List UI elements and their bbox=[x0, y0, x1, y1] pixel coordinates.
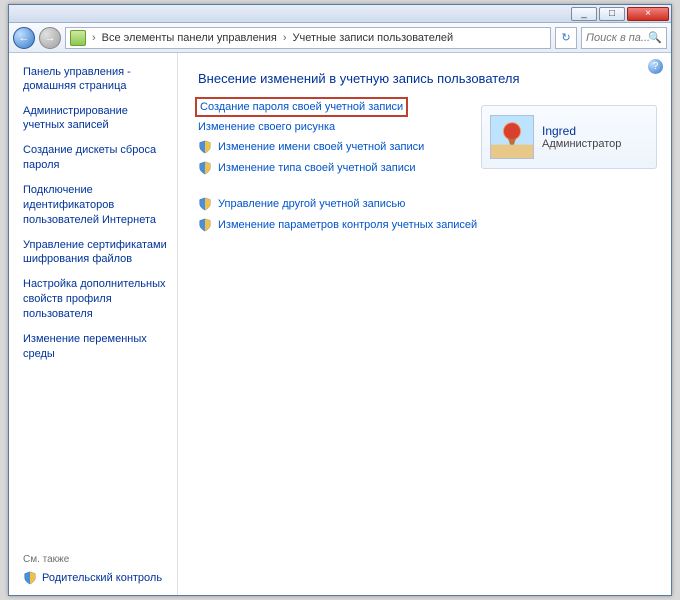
shield-icon bbox=[23, 571, 37, 585]
breadcrumb-item-all[interactable]: Все элементы панели управления bbox=[102, 32, 277, 44]
see-also-label: См. также bbox=[23, 554, 162, 565]
sidebar: Панель управления - домашняя страница Ад… bbox=[9, 53, 178, 595]
chevron-right-icon: › bbox=[283, 32, 287, 44]
breadcrumb-item-accounts[interactable]: Учетные записи пользователей bbox=[293, 32, 454, 44]
sidebar-item-password-reset-disk[interactable]: Создание дискеты сброса пароля bbox=[23, 143, 169, 173]
action-label: Изменение своего рисунка bbox=[198, 121, 335, 133]
parental-control-label: Родительский контроль bbox=[42, 572, 162, 584]
user-role: Администратор bbox=[542, 138, 621, 150]
chevron-right-icon: › bbox=[92, 32, 96, 44]
shield-icon bbox=[198, 197, 212, 211]
body: Панель управления - домашняя страница Ад… bbox=[9, 53, 671, 595]
sidebar-item-env-vars[interactable]: Изменение переменных среды bbox=[23, 332, 169, 362]
avatar bbox=[490, 115, 534, 159]
action-label: Изменение параметров контроля учетных за… bbox=[218, 219, 477, 231]
back-button[interactable]: ← bbox=[13, 27, 35, 49]
action-label: Изменение имени своей учетной записи bbox=[218, 141, 424, 153]
refresh-icon: ↻ bbox=[561, 31, 570, 44]
control-panel-window: _ □ × ← → › Все элементы панели управлен… bbox=[8, 4, 672, 596]
user-info: Ingred Администратор bbox=[542, 124, 621, 150]
minimize-button[interactable]: _ bbox=[571, 7, 597, 21]
balloon-icon bbox=[491, 115, 533, 159]
action-manage-other-account[interactable]: Управление другой учетной записью bbox=[198, 197, 661, 211]
control-panel-icon bbox=[70, 30, 86, 46]
shield-icon bbox=[198, 161, 212, 175]
user-card: Ingred Администратор bbox=[481, 105, 657, 169]
close-button[interactable]: × bbox=[627, 7, 669, 21]
navigation-bar: ← → › Все элементы панели управления › У… bbox=[9, 23, 671, 53]
action-label: Управление другой учетной записью bbox=[218, 198, 405, 210]
sidebar-item-encryption-certs[interactable]: Управление сертификатами шифрования файл… bbox=[23, 238, 169, 268]
search-box[interactable]: 🔍 bbox=[581, 27, 667, 49]
shield-icon bbox=[198, 140, 212, 154]
sidebar-parental-control[interactable]: Родительский контроль bbox=[23, 571, 162, 585]
titlebar: _ □ × bbox=[9, 5, 671, 23]
search-icon: 🔍 bbox=[648, 31, 662, 44]
action-create-password[interactable]: Создание пароля своей учетной записи bbox=[198, 100, 405, 114]
user-name: Ingred bbox=[542, 124, 621, 138]
action-uac-settings[interactable]: Изменение параметров контроля учетных за… bbox=[198, 218, 661, 232]
action-label: Изменение типа своей учетной записи bbox=[218, 162, 416, 174]
shield-icon bbox=[198, 218, 212, 232]
breadcrumb[interactable]: › Все элементы панели управления › Учетн… bbox=[65, 27, 551, 49]
page-title: Внесение изменений в учетную запись поль… bbox=[198, 71, 661, 86]
help-button[interactable]: ? bbox=[648, 59, 663, 74]
sidebar-footer: См. также Родительский контроль bbox=[23, 554, 162, 585]
sidebar-home-link[interactable]: Панель управления - домашняя страница bbox=[23, 65, 169, 94]
refresh-button[interactable]: ↻ bbox=[555, 27, 577, 49]
window-controls: _ □ × bbox=[571, 7, 669, 21]
forward-button[interactable]: → bbox=[39, 27, 61, 49]
action-label: Создание пароля своей учетной записи bbox=[200, 101, 403, 113]
sidebar-item-advanced-profile[interactable]: Настройка дополнительных свойств профиля… bbox=[23, 277, 169, 322]
maximize-button[interactable]: □ bbox=[599, 7, 625, 21]
sidebar-item-online-ids[interactable]: Подключение идентификаторов пользователе… bbox=[23, 183, 169, 228]
sidebar-item-admin-accounts[interactable]: Администрирование учетных записей bbox=[23, 104, 169, 134]
main-content: ? Внесение изменений в учетную запись по… bbox=[178, 53, 671, 595]
